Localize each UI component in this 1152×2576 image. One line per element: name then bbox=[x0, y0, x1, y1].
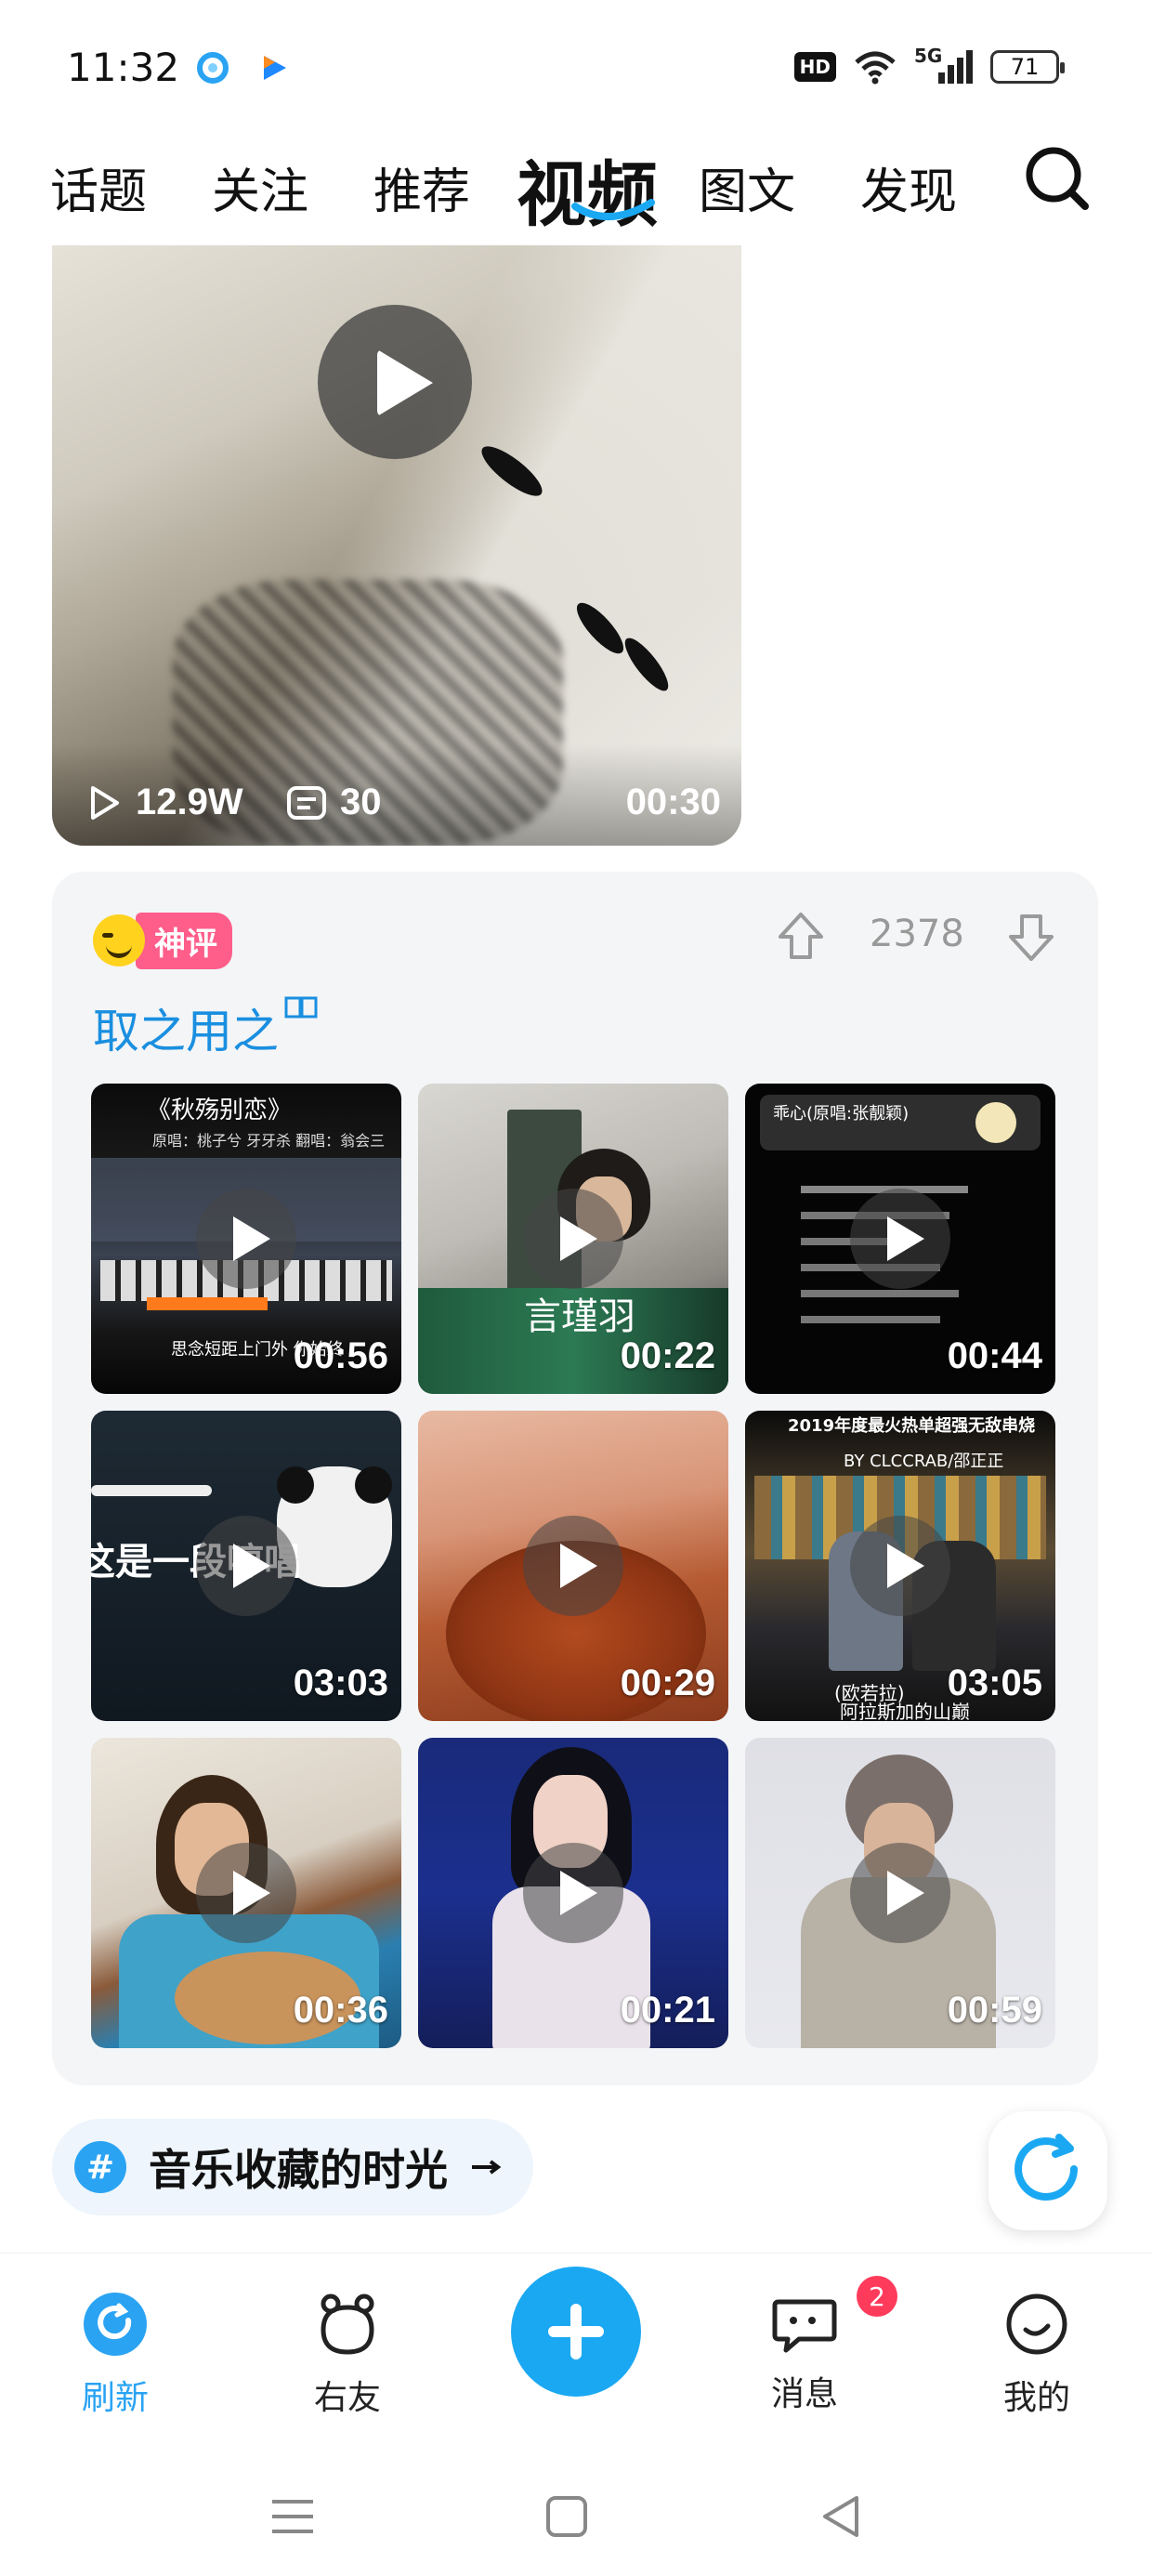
book-icon bbox=[284, 996, 318, 1019]
play-icon bbox=[196, 1189, 296, 1289]
profile-smile-icon bbox=[1006, 2293, 1067, 2355]
status-indicators: HD 5G 71 bbox=[793, 45, 1065, 85]
nav-refresh[interactable]: 刷新 bbox=[41, 2291, 190, 2419]
top-tab-bar: 话题 关注 推荐 视频 图文 发现 bbox=[0, 130, 1152, 242]
video-duration: 00:29 bbox=[620, 1663, 715, 1703]
arrow-right-icon bbox=[472, 2160, 502, 2175]
video-duration: 03:05 bbox=[947, 1663, 1042, 1703]
tab-topics[interactable]: 话题 bbox=[50, 152, 147, 222]
hashtag-text: 音乐收藏的时光 bbox=[149, 2145, 448, 2195]
media-app-icon bbox=[264, 56, 286, 80]
video-duration: 00:56 bbox=[293, 1335, 388, 1376]
hd-badge: HD bbox=[793, 52, 836, 82]
video-thumbnail[interactable]: 言瑾羽 00:22 bbox=[418, 1084, 728, 1394]
video-thumbnail[interactable]: 乖心(原唱:张靓颖) 00:44 bbox=[745, 1084, 1055, 1394]
nav-friends[interactable]: 右友 bbox=[273, 2291, 422, 2419]
smirk-face-icon bbox=[93, 914, 145, 966]
system-navigation-bar bbox=[0, 2457, 1152, 2576]
play-icon bbox=[850, 1516, 950, 1616]
main-video-duration: 00:30 bbox=[625, 782, 721, 822]
active-tab-underline bbox=[571, 199, 655, 220]
message-count-badge: 2 bbox=[857, 2276, 897, 2317]
video-thumbnail[interactable]: 00:59 bbox=[745, 1738, 1055, 2048]
play-icon bbox=[523, 1516, 623, 1616]
search-icon[interactable] bbox=[1020, 141, 1094, 216]
video-duration: 00:36 bbox=[293, 1990, 388, 2031]
main-video-card[interactable]: 12.9W 30 00:30 bbox=[52, 245, 741, 846]
floating-refresh-button[interactable] bbox=[988, 2111, 1107, 2230]
comment-text[interactable]: 取之用之 bbox=[93, 994, 318, 1061]
downvote-icon[interactable] bbox=[1007, 911, 1055, 963]
signal-icon: 5G bbox=[914, 45, 974, 85]
vote-count: 2378 bbox=[870, 913, 964, 955]
status-time: 11:32 bbox=[67, 45, 180, 90]
hot-comment-card: 神评 2378 取之用之 《秋殇别恋》 原唱：桃子兮 牙牙杀 翻唱：翁会三 思念… bbox=[52, 872, 1098, 2085]
play-icon bbox=[196, 1516, 296, 1616]
video-thumbnail[interactable]: 这是一段哼唱 03:03 bbox=[91, 1411, 401, 1721]
tab-recommended[interactable]: 推荐 bbox=[373, 152, 470, 222]
god-comment-badge: 神评 bbox=[93, 912, 232, 969]
video-thumbnail[interactable]: 00:36 bbox=[91, 1738, 401, 2048]
video-thumbnail[interactable]: 00:29 bbox=[418, 1411, 728, 1721]
wifi-icon bbox=[855, 51, 896, 85]
video-thumbnail[interactable]: 00:21 bbox=[418, 1738, 728, 2048]
bottom-navigation: 刷新 右友 2 消息 我的 bbox=[0, 2253, 1152, 2457]
tab-following[interactable]: 关注 bbox=[212, 152, 308, 222]
status-bar: 11:32 HD 5G 71 bbox=[0, 0, 1152, 130]
friends-bear-icon bbox=[321, 2293, 374, 2355]
play-icon bbox=[850, 1843, 950, 1943]
play-icon bbox=[523, 1843, 623, 1943]
upvote-icon[interactable] bbox=[777, 911, 825, 963]
topic-hashtag-chip[interactable]: # 音乐收藏的时光 bbox=[52, 2119, 533, 2215]
video-duration: 00:21 bbox=[620, 1990, 715, 2031]
main-video-play-button[interactable] bbox=[318, 305, 472, 459]
video-duration: 03:03 bbox=[293, 1663, 388, 1703]
messages-icon bbox=[772, 2299, 837, 2353]
play-icon bbox=[196, 1843, 296, 1943]
app-notification-icon bbox=[197, 52, 229, 84]
comment-count-icon bbox=[287, 785, 326, 820]
main-video-plays: 12.9W bbox=[85, 782, 243, 823]
create-post-button[interactable] bbox=[511, 2267, 641, 2397]
menu-icon[interactable] bbox=[265, 2489, 321, 2544]
main-video-comments: 30 bbox=[286, 782, 382, 823]
play-count-icon bbox=[91, 785, 119, 820]
battery-indicator: 71 bbox=[990, 50, 1065, 84]
home-icon[interactable] bbox=[539, 2489, 595, 2544]
hashtag-icon: # bbox=[74, 2141, 126, 2193]
play-icon bbox=[850, 1189, 950, 1289]
back-icon[interactable] bbox=[814, 2489, 870, 2544]
video-duration: 00:22 bbox=[620, 1335, 715, 1376]
tab-discover[interactable]: 发现 bbox=[860, 152, 957, 222]
nav-messages[interactable]: 2 消息 bbox=[730, 2276, 897, 2415]
refresh-icon bbox=[1015, 2134, 1078, 2201]
tab-image-text[interactable]: 图文 bbox=[699, 152, 795, 222]
video-duration: 00:59 bbox=[947, 1990, 1042, 2031]
video-thumbnail[interactable]: 《秋殇别恋》 原唱：桃子兮 牙牙杀 翻唱：翁会三 思念短距上门外 你始终 00:… bbox=[91, 1084, 401, 1394]
refresh-tab-icon bbox=[84, 2293, 147, 2356]
video-duration: 00:44 bbox=[947, 1335, 1042, 1376]
video-thumbnail[interactable]: 2019年度最火热单超强无敌串烧 BY CLCCRAB/邵正正 (欧若拉) 阿拉… bbox=[745, 1411, 1055, 1721]
nav-me[interactable]: 我的 bbox=[962, 2291, 1111, 2419]
play-icon bbox=[523, 1189, 623, 1289]
comment-video-grid: 《秋殇别恋》 原唱：桃子兮 牙牙杀 翻唱：翁会三 思念短距上门外 你始终 00:… bbox=[91, 1084, 1078, 2050]
